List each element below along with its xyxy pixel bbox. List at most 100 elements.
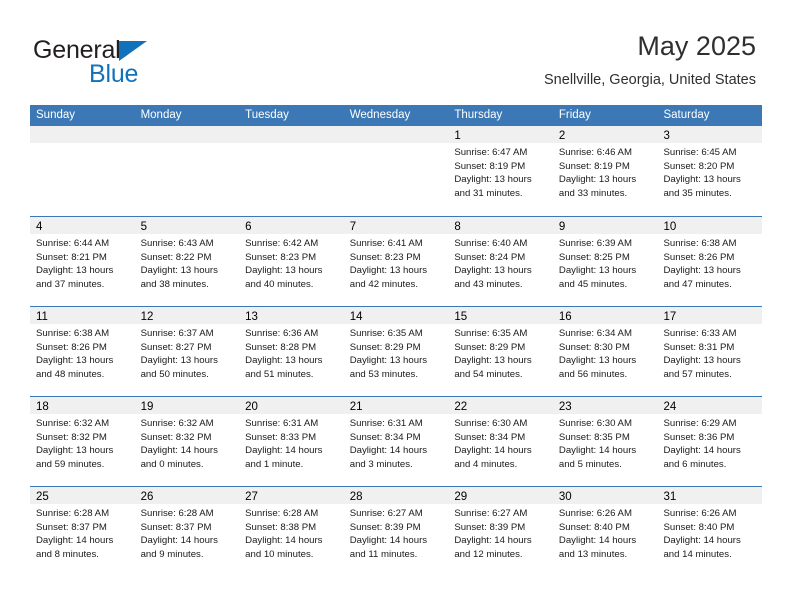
day-cell[interactable]: 27 Sunrise: 6:28 AM Sunset: 8:38 PM Dayl… (239, 487, 344, 576)
day-cell[interactable] (30, 126, 135, 216)
day-cell[interactable]: 9 Sunrise: 6:39 AM Sunset: 8:25 PM Dayli… (552, 217, 658, 306)
general-blue-logo[interactable]: General Blue (33, 36, 263, 88)
day-cell[interactable]: 19 Sunrise: 6:32 AM Sunset: 8:32 PM Dayl… (134, 397, 240, 486)
sunrise-text: Sunrise: 6:47 AM (454, 147, 528, 158)
day-cell[interactable]: 2 Sunrise: 6:46 AM Sunset: 8:19 PM Dayli… (552, 126, 658, 216)
sunset-text: Sunset: 8:34 PM (454, 431, 526, 443)
day-info: Sunrise: 6:42 AM Sunset: 8:23 PM Dayligh… (239, 234, 344, 291)
day-info: Sunrise: 6:26 AM Sunset: 8:40 PM Dayligh… (553, 504, 658, 561)
day-cell[interactable] (134, 126, 240, 216)
sunset-text: Sunset: 8:39 PM (349, 521, 421, 533)
day-number-band: 10 (657, 217, 763, 234)
day-info: Sunrise: 6:31 AM Sunset: 8:34 PM Dayligh… (344, 414, 449, 471)
day-number-band: 29 (448, 487, 553, 504)
daylight-text-line2: and 10 minutes. (245, 548, 314, 560)
week-row: 18 Sunrise: 6:32 AM Sunset: 8:32 PM Dayl… (30, 396, 763, 486)
day-cell[interactable]: 21 Sunrise: 6:31 AM Sunset: 8:34 PM Dayl… (343, 397, 449, 486)
day-info: Sunrise: 6:41 AM Sunset: 8:23 PM Dayligh… (344, 234, 449, 291)
day-info: Sunrise: 6:34 AM Sunset: 8:30 PM Dayligh… (553, 324, 658, 381)
title-block: May 2025 Snellville, Georgia, United Sta… (544, 30, 756, 89)
day-number-band: 25 (30, 487, 135, 504)
day-cell[interactable]: 15 Sunrise: 6:35 AM Sunset: 8:29 PM Dayl… (448, 307, 553, 396)
day-number: 14 (349, 311, 363, 323)
day-cell[interactable]: 3 Sunrise: 6:45 AM Sunset: 8:20 PM Dayli… (657, 126, 763, 216)
day-number-band: 12 (134, 307, 240, 324)
daylight-text-line1: Daylight: 13 hours (454, 355, 532, 367)
day-number: 24 (663, 401, 677, 413)
daylight-text-line1: Daylight: 14 hours (663, 535, 741, 547)
daylight-text-line1: Daylight: 14 hours (349, 445, 428, 457)
day-cell[interactable]: 8 Sunrise: 6:40 AM Sunset: 8:24 PM Dayli… (448, 217, 553, 306)
day-cell[interactable]: 30 Sunrise: 6:26 AM Sunset: 8:40 PM Dayl… (552, 487, 658, 576)
day-cell[interactable]: 31 Sunrise: 6:26 AM Sunset: 8:40 PM Dayl… (657, 487, 763, 576)
daylight-text-line2: and 53 minutes. (349, 368, 419, 380)
day-cell[interactable]: 29 Sunrise: 6:27 AM Sunset: 8:39 PM Dayl… (448, 487, 553, 576)
daylight-text-line2: and 14 minutes. (663, 548, 732, 560)
sunrise-text: Sunrise: 6:44 AM (36, 238, 110, 249)
sunrise-text: Sunrise: 6:35 AM (454, 328, 528, 339)
daylight-text-line2: and 56 minutes. (558, 368, 628, 380)
day-cell[interactable]: 6 Sunrise: 6:42 AM Sunset: 8:23 PM Dayli… (239, 217, 344, 306)
day-cell[interactable]: 18 Sunrise: 6:32 AM Sunset: 8:32 PM Dayl… (30, 397, 135, 486)
daylight-text-line2: and 33 minutes. (558, 187, 628, 199)
day-info: Sunrise: 6:28 AM Sunset: 8:38 PM Dayligh… (239, 504, 344, 561)
weekday-header-tuesday: Tuesday (245, 109, 289, 121)
weekday-header-thursday: Thursday (454, 109, 503, 121)
daylight-text-line2: and 57 minutes. (663, 368, 732, 380)
day-number-band: 28 (343, 487, 449, 504)
daylight-text-line1: Daylight: 13 hours (140, 265, 218, 277)
sunset-text: Sunset: 8:39 PM (454, 521, 526, 533)
sunset-text: Sunset: 8:31 PM (663, 341, 735, 353)
sunrise-text: Sunrise: 6:38 AM (36, 328, 110, 339)
day-cell[interactable]: 14 Sunrise: 6:35 AM Sunset: 8:29 PM Dayl… (343, 307, 449, 396)
day-cell[interactable]: 24 Sunrise: 6:29 AM Sunset: 8:36 PM Dayl… (657, 397, 763, 486)
day-cell[interactable]: 10 Sunrise: 6:38 AM Sunset: 8:26 PM Dayl… (657, 217, 763, 306)
day-info: Sunrise: 6:29 AM Sunset: 8:36 PM Dayligh… (657, 414, 762, 471)
sunrise-text: Sunrise: 6:30 AM (558, 418, 632, 429)
day-cell[interactable]: 25 Sunrise: 6:28 AM Sunset: 8:37 PM Dayl… (30, 487, 135, 576)
day-number-band: 2 (552, 126, 658, 143)
day-info: Sunrise: 6:28 AM Sunset: 8:37 PM Dayligh… (135, 504, 240, 561)
day-cell[interactable]: 7 Sunrise: 6:41 AM Sunset: 8:23 PM Dayli… (343, 217, 449, 306)
day-info: Sunrise: 6:44 AM Sunset: 8:21 PM Dayligh… (30, 234, 135, 291)
daylight-text-line2: and 37 minutes. (36, 278, 105, 290)
day-number: 26 (140, 491, 154, 503)
day-cell[interactable] (343, 126, 449, 216)
day-number: 23 (558, 401, 572, 413)
day-cell[interactable]: 26 Sunrise: 6:28 AM Sunset: 8:37 PM Dayl… (134, 487, 240, 576)
daylight-text-line1: Daylight: 13 hours (454, 174, 532, 186)
sunset-text: Sunset: 8:36 PM (663, 431, 735, 443)
sunrise-text: Sunrise: 6:28 AM (36, 508, 110, 519)
day-number-band: 11 (30, 307, 135, 324)
day-info: Sunrise: 6:30 AM Sunset: 8:35 PM Dayligh… (553, 414, 658, 471)
sunrise-text: Sunrise: 6:31 AM (245, 418, 319, 429)
day-cell[interactable]: 16 Sunrise: 6:34 AM Sunset: 8:30 PM Dayl… (552, 307, 658, 396)
day-info: Sunrise: 6:31 AM Sunset: 8:33 PM Dayligh… (239, 414, 344, 471)
day-number: 18 (36, 401, 49, 413)
day-cell[interactable]: 23 Sunrise: 6:30 AM Sunset: 8:35 PM Dayl… (552, 397, 658, 486)
day-cell[interactable]: 28 Sunrise: 6:27 AM Sunset: 8:39 PM Dayl… (343, 487, 449, 576)
day-cell[interactable]: 5 Sunrise: 6:43 AM Sunset: 8:22 PM Dayli… (134, 217, 240, 306)
sunrise-text: Sunrise: 6:26 AM (663, 508, 737, 519)
sunrise-text: Sunrise: 6:33 AM (663, 328, 737, 339)
day-cell[interactable]: 11 Sunrise: 6:38 AM Sunset: 8:26 PM Dayl… (30, 307, 135, 396)
day-number: 17 (663, 311, 677, 323)
day-cell[interactable]: 12 Sunrise: 6:37 AM Sunset: 8:27 PM Dayl… (134, 307, 240, 396)
daylight-text-line2: and 4 minutes. (454, 458, 518, 470)
day-number: 10 (663, 221, 677, 233)
day-info: Sunrise: 6:46 AM Sunset: 8:19 PM Dayligh… (553, 143, 658, 200)
day-cell[interactable]: 17 Sunrise: 6:33 AM Sunset: 8:31 PM Dayl… (657, 307, 763, 396)
day-cell[interactable]: 1 Sunrise: 6:47 AM Sunset: 8:19 PM Dayli… (448, 126, 553, 216)
day-cell[interactable]: 22 Sunrise: 6:30 AM Sunset: 8:34 PM Dayl… (448, 397, 553, 486)
daylight-text-line1: Daylight: 13 hours (140, 355, 218, 367)
day-cell[interactable]: 13 Sunrise: 6:36 AM Sunset: 8:28 PM Dayl… (239, 307, 344, 396)
day-number: 11 (36, 311, 48, 323)
sunset-text: Sunset: 8:22 PM (140, 251, 212, 263)
day-cell[interactable]: 20 Sunrise: 6:31 AM Sunset: 8:33 PM Dayl… (239, 397, 344, 486)
daylight-text-line2: and 48 minutes. (36, 368, 105, 380)
daylight-text-line1: Daylight: 14 hours (140, 445, 218, 457)
sunset-text: Sunset: 8:40 PM (663, 521, 735, 533)
day-cell[interactable]: 4 Sunrise: 6:44 AM Sunset: 8:21 PM Dayli… (30, 217, 135, 306)
day-number: 28 (349, 491, 363, 503)
day-cell[interactable] (239, 126, 344, 216)
